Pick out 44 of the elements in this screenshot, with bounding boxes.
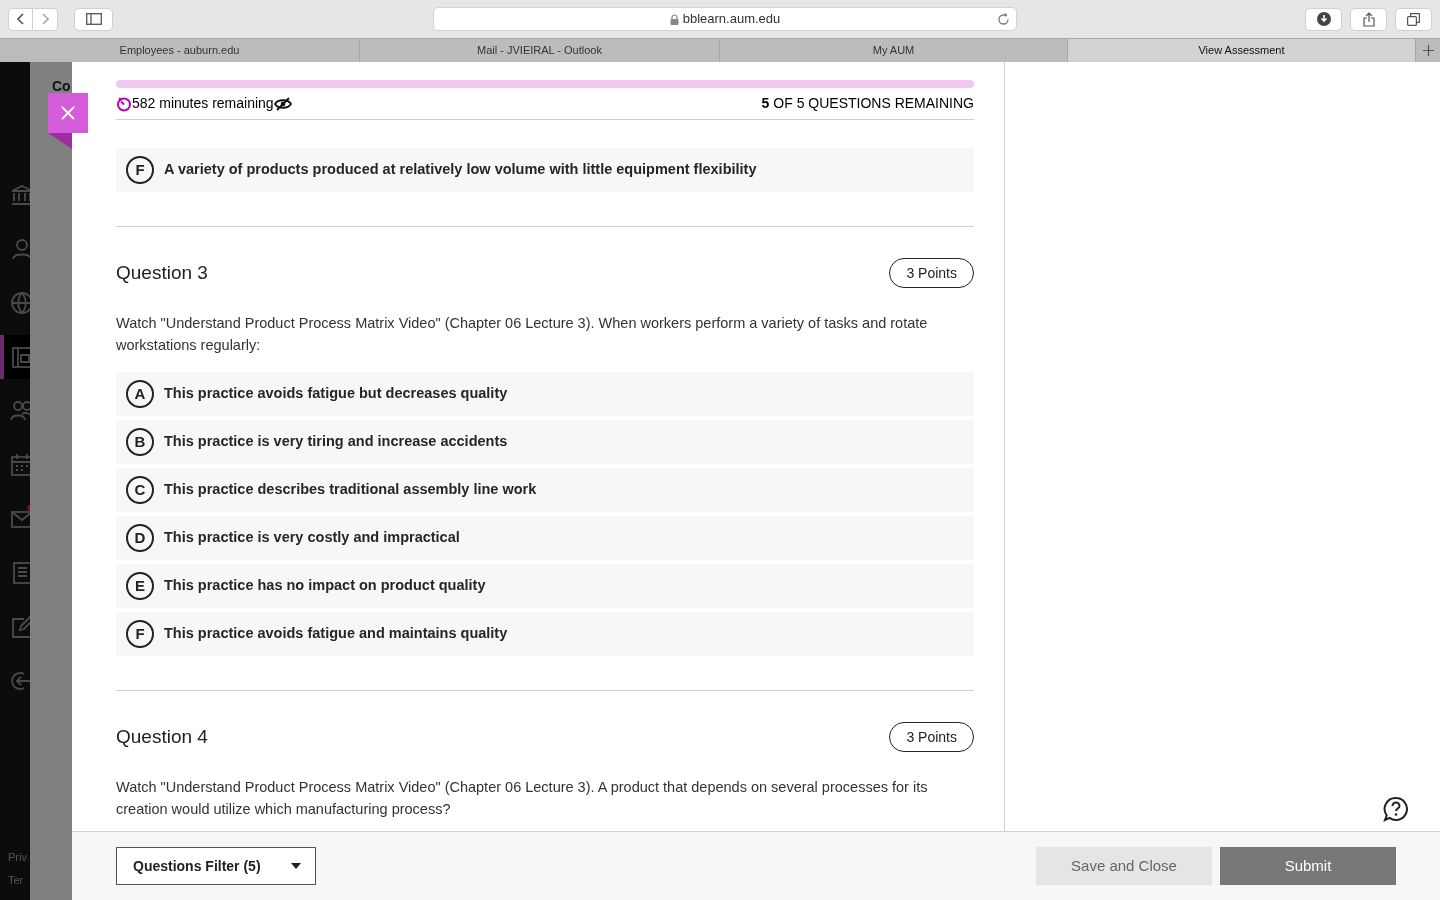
caret-icon: [291, 863, 301, 869]
new-tab-icon[interactable]: [1422, 45, 1434, 56]
submit-button[interactable]: Submit: [1220, 847, 1396, 885]
question-text: Watch "Understand Product Process Matrix Video" (Chapter 06 Lecture 3). A product that depends on several processes for its creation would utilize which manufacturing process?: [116, 778, 929, 819]
back-button[interactable]: [8, 7, 33, 31]
answer-option[interactable]: B This practice is very tiring and increase accidents: [116, 420, 974, 464]
timer-icon: [116, 95, 132, 112]
download-icon: [1316, 12, 1331, 26]
forward-icon: [41, 13, 49, 25]
tabs-icon: [1407, 12, 1420, 26]
sidebar-icon: [85, 13, 102, 25]
close-button[interactable]: [48, 93, 88, 133]
url-text: bblearn.aum.edu: [682, 10, 781, 29]
share-icon: [1362, 11, 1375, 27]
close-icon: [61, 106, 75, 120]
answer-option[interactable]: D This practice is very costly and impractical: [116, 516, 974, 560]
question-title: Question 3: [116, 260, 208, 285]
save-and-close-button[interactable]: Save and Close: [1036, 847, 1212, 885]
answer-option[interactable]: F A variety of products produced at relatively low volume with little equipment flexibility: [116, 148, 974, 192]
questions-filter-dropdown[interactable]: Questions Filter (5): [116, 847, 316, 885]
address-bar[interactable]: bblearn.aum.edu: [433, 7, 1017, 31]
forward-button[interactable]: [33, 7, 58, 31]
course-title: Co: [52, 77, 71, 96]
question-text: Watch "Understand Product Process Matrix Video" (Chapter 06 Lecture 3). When workers perform a variety of tasks and rotate workstations regularly:: [116, 314, 929, 355]
question-title: Question 4: [116, 724, 208, 749]
answer-option[interactable]: E This practice has no impact on product quality: [116, 564, 974, 608]
share-button[interactable]: [1350, 7, 1387, 31]
ribbon-fold: [48, 133, 72, 149]
questions-remaining: 5 OF 5 QUESTIONS REMAINING: [761, 94, 974, 113]
reload-icon[interactable]: [997, 12, 1010, 26]
answer-option[interactable]: F This practice avoids fatigue and maintains quality: [116, 612, 974, 656]
active-indicator: [0, 335, 4, 379]
sidebar-item[interactable]: [0, 335, 30, 379]
hide-icon[interactable]: [273, 96, 292, 111]
tabs-overview-button[interactable]: [1395, 7, 1432, 31]
answer-option[interactable]: A This practice avoids fatigue but decreases quality: [116, 372, 974, 416]
answer-option[interactable]: C This practice describes traditional assembly line work: [116, 468, 974, 512]
browser-tab[interactable]: View Assessment: [1068, 39, 1416, 62]
help-icon[interactable]: [1383, 796, 1409, 822]
back-icon: [16, 13, 25, 25]
lock-icon: [669, 13, 679, 25]
time-remaining: 582 minutes remaining: [132, 94, 274, 113]
downloads-button[interactable]: [1305, 7, 1342, 31]
sidebar-toggle-button[interactable]: [74, 7, 113, 31]
